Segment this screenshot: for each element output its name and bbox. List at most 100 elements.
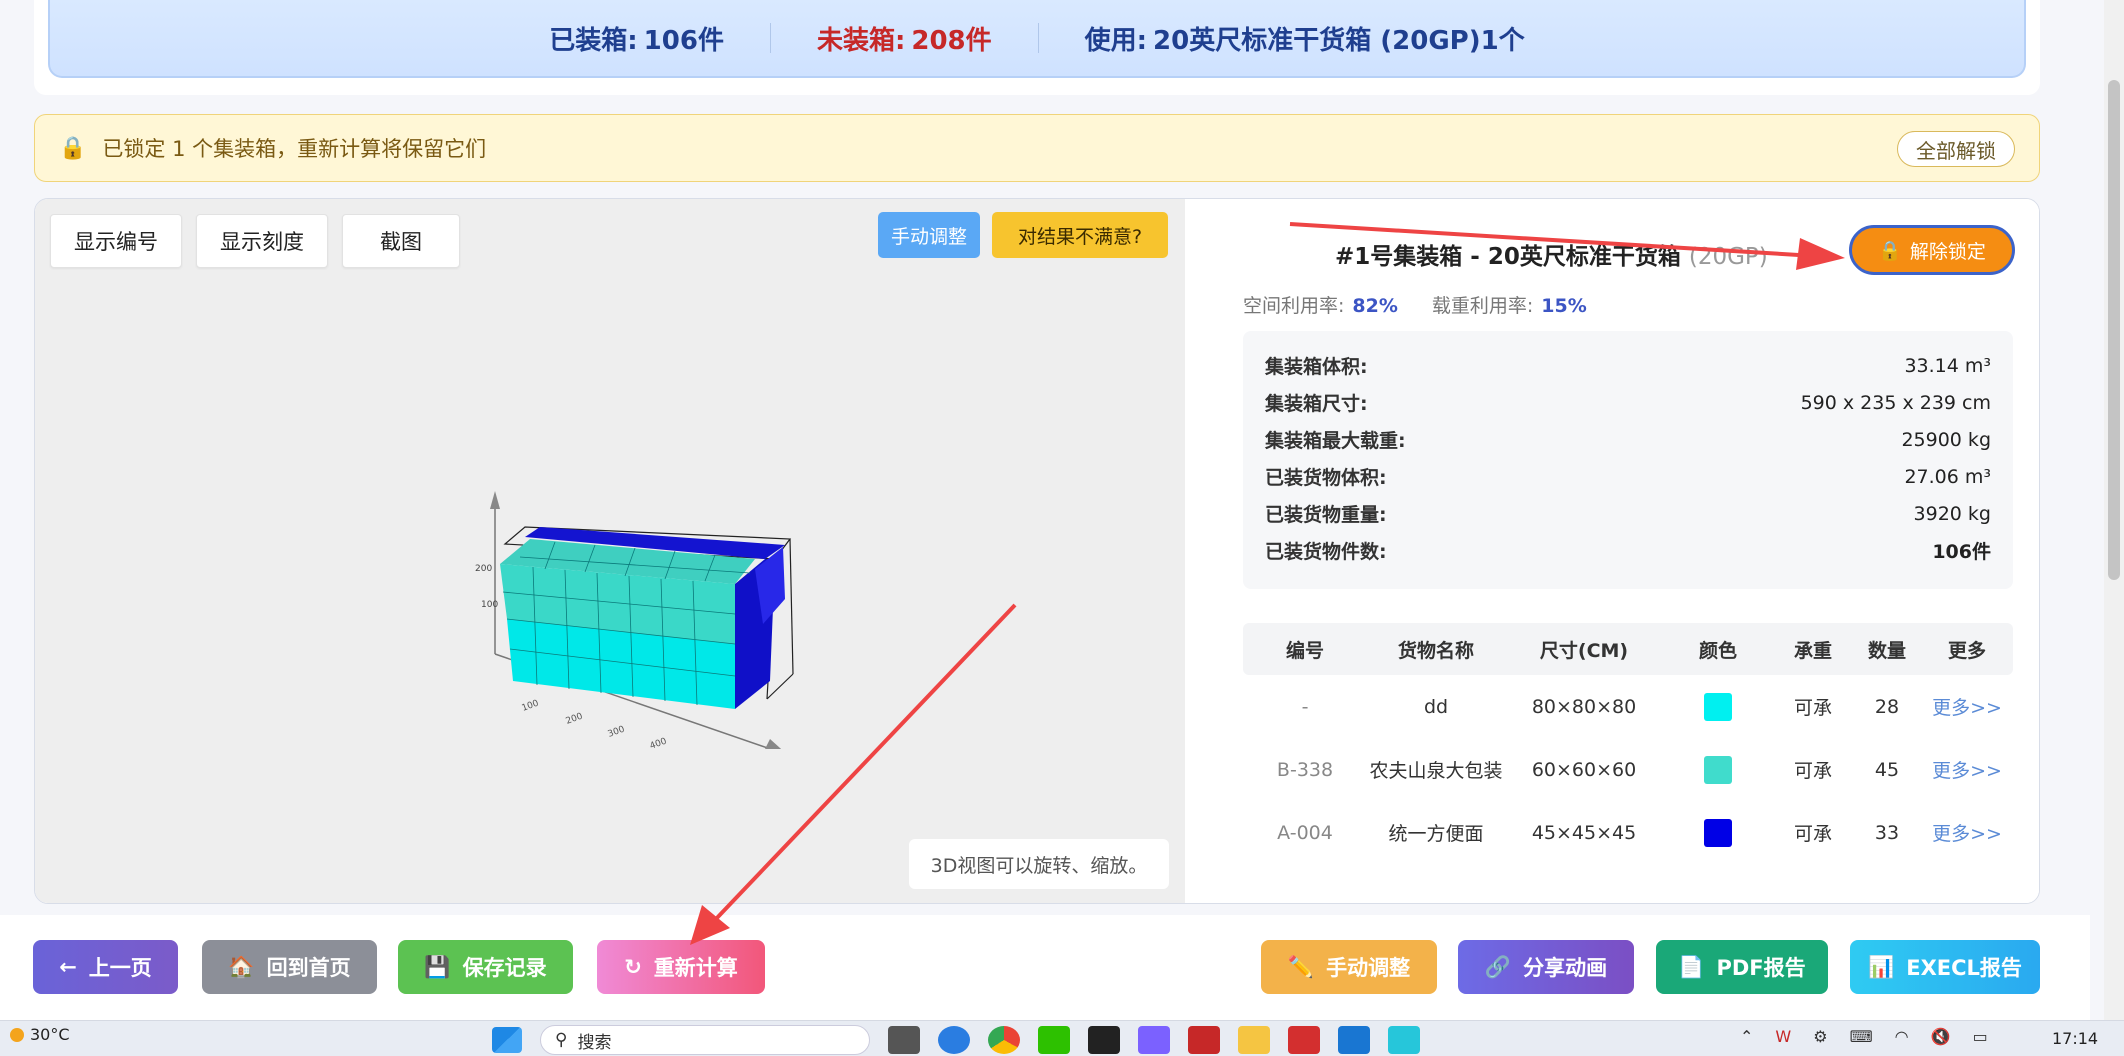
wifi-icon[interactable]: ◠ bbox=[1895, 1027, 1909, 1046]
bar-chart-icon: 📊 bbox=[1868, 954, 1895, 979]
recalculate-button[interactable]: ↻ 重新计算 bbox=[597, 940, 765, 994]
manual-adjust-label: 手动调整 bbox=[1326, 956, 1411, 980]
wechat-icon[interactable] bbox=[1038, 1026, 1070, 1054]
cell-bearing: 可承 bbox=[1793, 697, 1832, 719]
taskbar-apps: ⚲ 搜索 bbox=[492, 1025, 1420, 1055]
more-link[interactable]: 更多>> bbox=[1921, 819, 2013, 846]
cell-color bbox=[1663, 755, 1773, 784]
tick-x-200: 200 bbox=[565, 711, 585, 726]
stat-value: 27.06 m³ bbox=[1904, 465, 1991, 488]
col-size: 尺寸(CM) bbox=[1539, 639, 1629, 662]
stat-row: 集装箱尺寸: 590 x 235 x 239 cm bbox=[1265, 384, 1991, 421]
page-scrollbar[interactable] bbox=[2104, 0, 2124, 1020]
arrow-left-icon: ← bbox=[59, 955, 77, 979]
cell-color bbox=[1663, 692, 1773, 721]
3d-viewer[interactable]: 显示编号 显示刻度 截图 手动调整 对结果不满意? 200 100 100 20… bbox=[35, 199, 1185, 903]
pencil-icon: ✏️ bbox=[1287, 954, 1315, 979]
clock[interactable]: 17:14 bbox=[2052, 1029, 2098, 1048]
manual-adjust-button[interactable]: ✏️ 手动调整 bbox=[1261, 940, 1437, 994]
container-edge bbox=[766, 673, 794, 700]
folder-icon[interactable] bbox=[1238, 1026, 1270, 1054]
unsatisfied-button[interactable]: 对结果不满意? bbox=[992, 212, 1168, 258]
recalculate-label: 重新计算 bbox=[653, 956, 738, 980]
stat-value: 590 x 235 x 239 cm bbox=[1800, 391, 1991, 414]
cell-size: 45×45×45 bbox=[1531, 821, 1637, 844]
packed-count: 已装箱: 106件 bbox=[503, 20, 770, 57]
home-label: 回到首页 bbox=[266, 956, 351, 980]
browser-icon[interactable] bbox=[938, 1026, 970, 1054]
terminal-icon[interactable] bbox=[1088, 1026, 1120, 1054]
prev-page-button[interactable]: ← 上一页 bbox=[33, 940, 178, 994]
container-stats: 集装箱体积: 33.14 m³ 集装箱尺寸: 590 x 235 x 239 cm … bbox=[1243, 331, 2013, 589]
container-title: #1号集装箱 - 20英尺标准干货箱 (20GP) bbox=[1335, 237, 1768, 271]
scrollbar-thumb[interactable] bbox=[2108, 80, 2120, 580]
col-bearing: 承重 bbox=[1793, 639, 1832, 662]
filezilla-icon[interactable] bbox=[1188, 1026, 1220, 1054]
stat-value: 3920 kg bbox=[1913, 502, 1991, 525]
notepad-icon[interactable] bbox=[1338, 1026, 1370, 1054]
stat-label: 已装货物体积: bbox=[1265, 467, 1387, 489]
col-qty: 数量 bbox=[1867, 639, 1906, 662]
unlock-all-button[interactable]: 全部解锁 bbox=[1897, 131, 2015, 167]
taskbar-search[interactable]: ⚲ 搜索 bbox=[540, 1025, 870, 1055]
wps-tray-icon[interactable]: W bbox=[1775, 1027, 1791, 1046]
save-record-button[interactable]: 💾 保存记录 bbox=[398, 940, 573, 994]
cell-qty: 28 bbox=[1874, 695, 1900, 718]
windows-taskbar: 30°C ⚲ 搜索 ⌃ W ⚙ ⌨ ◠ 🔇 ▭ 17:14 bbox=[0, 1020, 2124, 1056]
cell-name: 农夫山泉大包装 bbox=[1369, 760, 1503, 782]
show-numbers-button[interactable]: 显示编号 bbox=[50, 214, 182, 268]
excel-report-button[interactable]: 📊 EXECL报告 bbox=[1850, 940, 2040, 994]
col-id: 编号 bbox=[1285, 639, 1324, 662]
wps-icon[interactable] bbox=[1288, 1026, 1320, 1054]
col-color: 颜色 bbox=[1698, 639, 1737, 662]
container-info-panel: #1号集装箱 - 20英尺标准干货箱 (20GP) 🔒 解除锁定 空间利用率: 8… bbox=[1185, 199, 2039, 903]
show-scale-button[interactable]: 显示刻度 bbox=[196, 214, 328, 268]
space-util-value: 82% bbox=[1352, 295, 1398, 317]
tray-app-icon[interactable]: ⚙ bbox=[1813, 1027, 1827, 1046]
search-label: 搜索 bbox=[577, 1032, 612, 1053]
app-icon[interactable] bbox=[1138, 1026, 1170, 1054]
temperature: 30°C bbox=[30, 1025, 70, 1044]
lock-icon: 🔒 bbox=[1878, 239, 1902, 262]
cell-size: 80×80×80 bbox=[1531, 695, 1637, 718]
space-utilization: 空间利用率: 82% bbox=[1243, 291, 1398, 318]
tick-x-100: 100 bbox=[521, 698, 541, 713]
volume-muted-icon[interactable]: 🔇 bbox=[1931, 1027, 1951, 1046]
home-icon: 🏠 bbox=[228, 954, 255, 979]
stat-label: 集装箱体积: bbox=[1265, 356, 1368, 378]
task-view-icon[interactable] bbox=[888, 1026, 920, 1054]
weight-utilization: 载重利用率: 15% bbox=[1432, 291, 1587, 318]
chrome-icon[interactable] bbox=[988, 1026, 1020, 1054]
system-tray: ⌃ W ⚙ ⌨ ◠ 🔇 ▭ bbox=[1740, 1027, 1988, 1046]
more-link[interactable]: 更多>> bbox=[1921, 756, 2013, 783]
share-animation-button[interactable]: 🔗 分享动画 bbox=[1458, 940, 1634, 994]
x-axis-arrow bbox=[765, 739, 782, 749]
chevron-up-icon[interactable]: ⌃ bbox=[1740, 1027, 1753, 1046]
packed-value: 106件 bbox=[643, 25, 724, 56]
home-button[interactable]: 🏠 回到首页 bbox=[202, 940, 377, 994]
bottom-action-bar: ← 上一页 🏠 回到首页 💾 保存记录 ↻ 重新计算 ✏️ 手动调整 🔗 分享动画 📄 PDF… bbox=[0, 915, 2090, 1020]
manual-adjust-small-button[interactable]: 手动调整 bbox=[878, 212, 980, 258]
share-label: 分享动画 bbox=[1523, 956, 1608, 980]
prev-page-label: 上一页 bbox=[88, 956, 152, 980]
save-label: 保存记录 bbox=[462, 956, 547, 980]
unlock-button-label: 解除锁定 bbox=[1909, 240, 1986, 263]
used-container: 使用: 20英尺标准干货箱 (20GP)1个 bbox=[1039, 20, 1571, 57]
unlock-button[interactable]: 🔒 解除锁定 bbox=[1849, 225, 2015, 275]
cell-id: B-338 bbox=[1276, 758, 1334, 781]
battery-icon[interactable]: ▭ bbox=[1973, 1027, 1988, 1046]
table-row: - dd 80×80×80 可承 28 更多>> bbox=[1243, 675, 2013, 738]
viewer-hint: 3D视图可以旋转、缩放。 bbox=[909, 839, 1169, 889]
summary-card: 已装箱: 106件 未装箱: 208件 使用: 20英尺标准干货箱 (20GP)… bbox=[34, 0, 2040, 95]
col-more: 更多 bbox=[1947, 639, 1986, 662]
app-icon[interactable] bbox=[1388, 1026, 1420, 1054]
more-link[interactable]: 更多>> bbox=[1921, 693, 2013, 720]
windows-start-icon[interactable] bbox=[492, 1027, 522, 1053]
weight-util-label: 载重利用率: bbox=[1431, 295, 1534, 317]
color-swatch bbox=[1704, 692, 1732, 721]
container-3d-model[interactable]: 200 100 100 200 300 400 500 bbox=[445, 449, 825, 749]
pdf-report-button[interactable]: 📄 PDF报告 bbox=[1656, 940, 1828, 994]
weather-widget[interactable]: 30°C bbox=[10, 1025, 70, 1044]
screenshot-button[interactable]: 截图 bbox=[342, 214, 460, 268]
input-method-icon[interactable]: ⌨ bbox=[1850, 1027, 1873, 1046]
